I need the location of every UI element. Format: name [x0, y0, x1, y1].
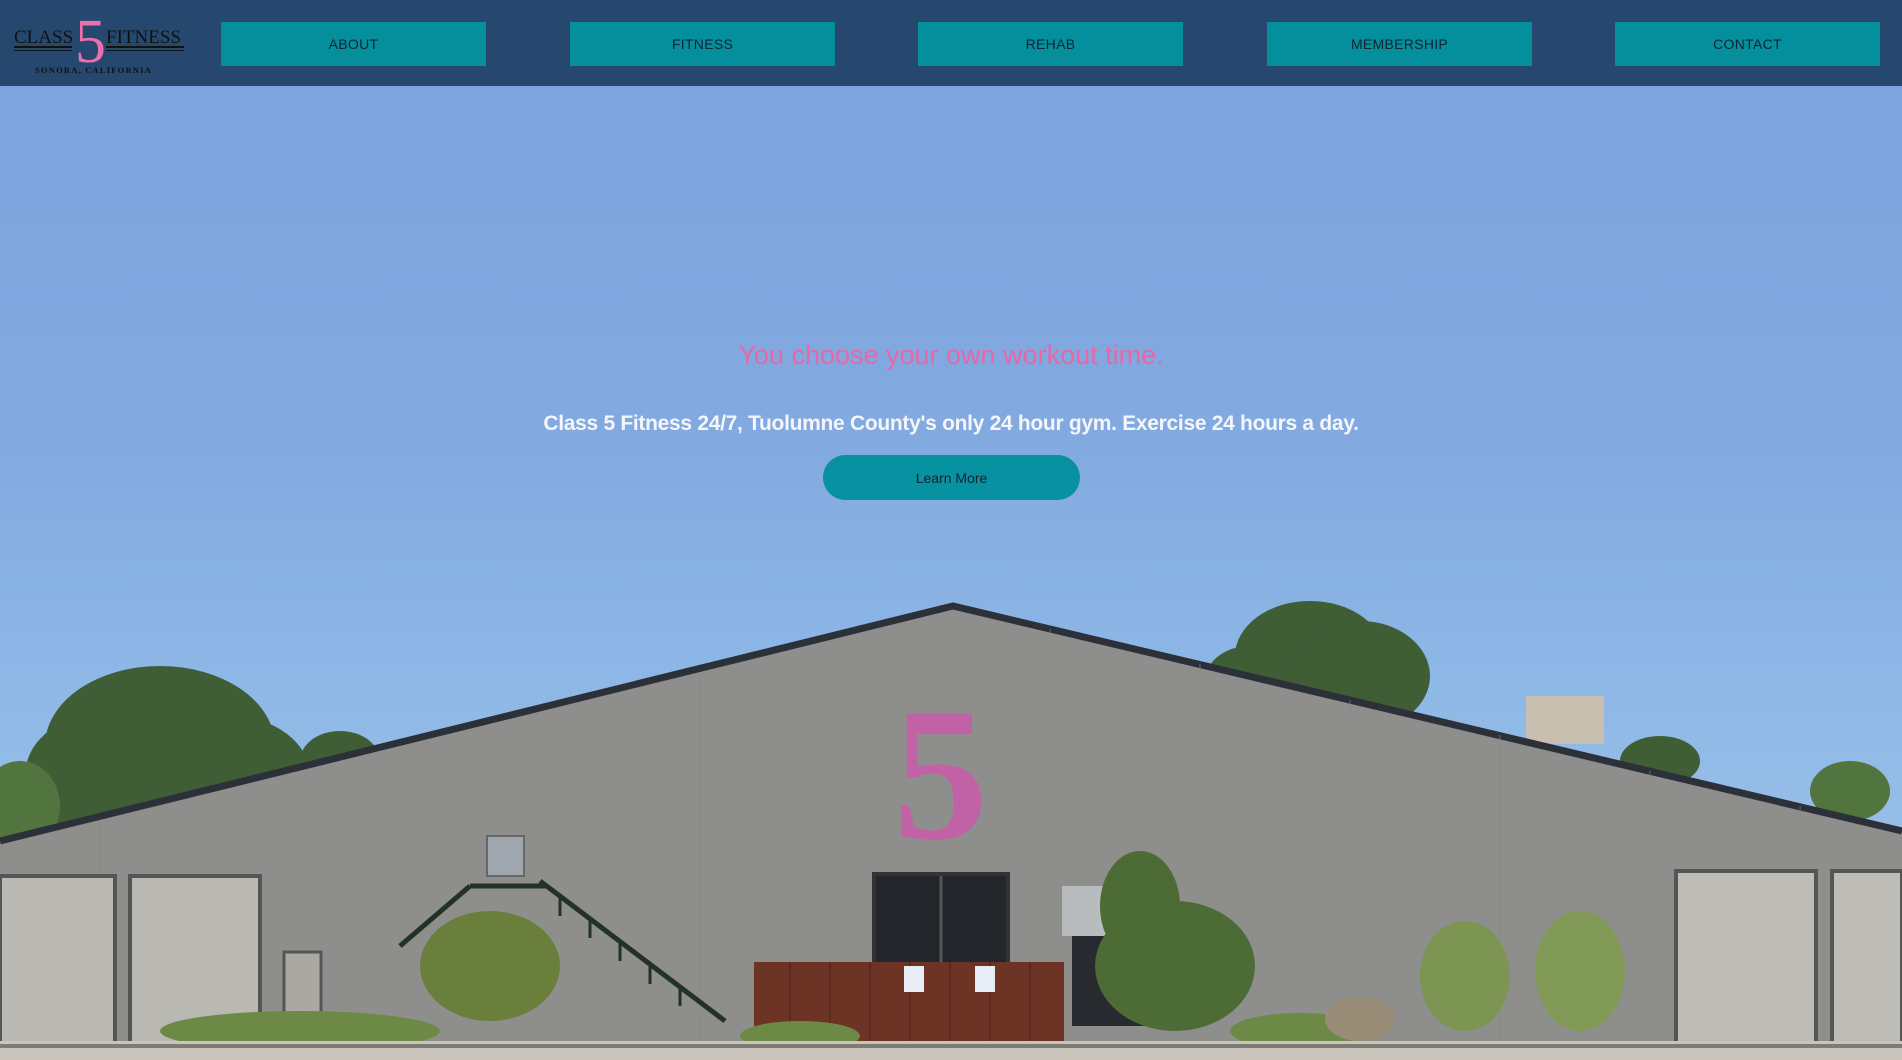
learn-more-button[interactable]: Learn More: [823, 455, 1080, 500]
logo-class-text: CLASS: [14, 27, 73, 48]
nav-membership-button[interactable]: MEMBERSHIP: [1267, 22, 1532, 66]
site-header: CLASS 5 FITNESS SONORA, CALIFORNIA ABOUT…: [0, 0, 1902, 86]
garage-door-left-1: [0, 874, 117, 1048]
roof-ac-unit: [1526, 696, 1604, 744]
logo-tagline-text: SONORA, CALIFORNIA: [35, 65, 152, 75]
building-five-sign: 5: [893, 670, 988, 880]
nav-fitness-button[interactable]: FITNESS: [570, 22, 835, 66]
garage-door-right-2: [1830, 869, 1902, 1048]
logo-fitness-text: FITNESS: [106, 27, 181, 48]
nav-contact-button[interactable]: CONTACT: [1615, 22, 1880, 66]
sidewalk: [0, 1041, 1902, 1060]
hero-headline: You choose your own workout time.: [738, 340, 1164, 370]
nav-about-button[interactable]: ABOUT: [221, 22, 486, 66]
class5-fitness-logo[interactable]: CLASS 5 FITNESS SONORA, CALIFORNIA: [12, 8, 186, 78]
hero-section: 5 You choose your own workout time. Clas…: [0, 86, 1902, 1060]
hero-subline: Class 5 Fitness 24/7, Tuolumne County's …: [543, 412, 1359, 435]
garage-door-right-1: [1674, 869, 1818, 1048]
gym-building-photo: 5: [0, 601, 1902, 1060]
nav-rehab-button[interactable]: REHAB: [918, 22, 1183, 66]
